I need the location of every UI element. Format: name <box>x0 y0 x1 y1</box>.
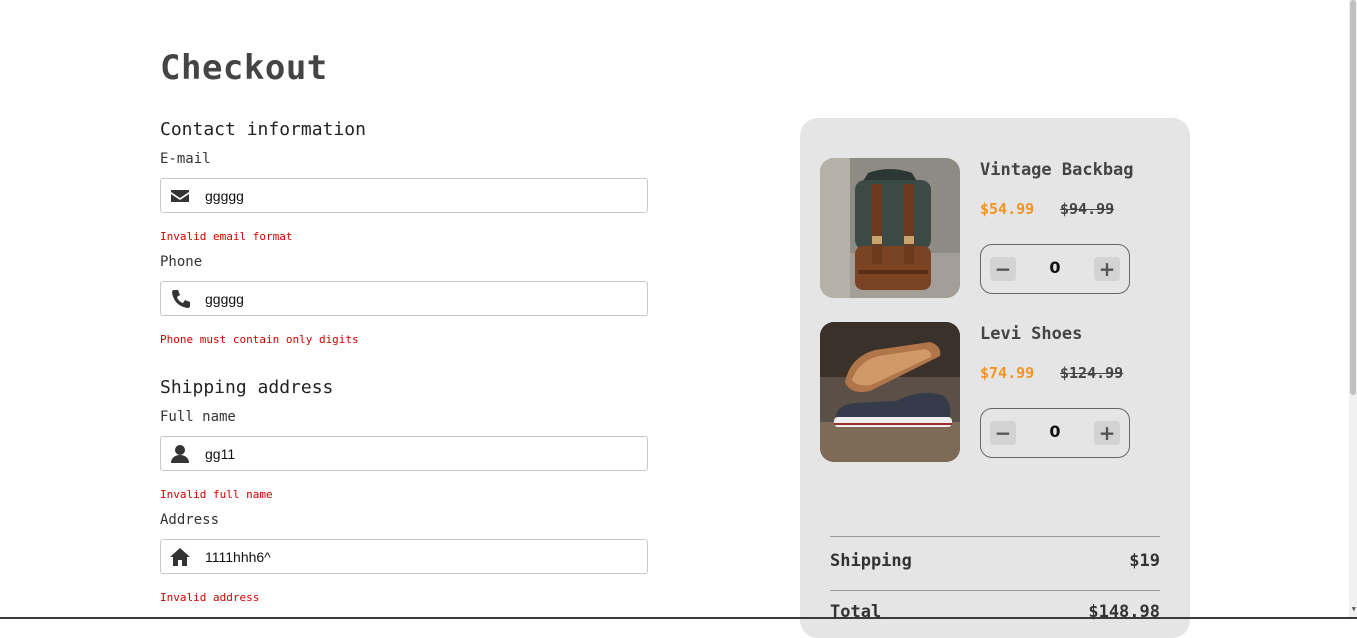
page-scrollbar[interactable]: ▼ <box>1349 0 1357 619</box>
increase-quantity-button[interactable]: + <box>1094 421 1120 445</box>
increase-quantity-button[interactable]: + <box>1094 257 1120 281</box>
phone-field-wrapper <box>160 281 648 316</box>
product-old-price: $94.99 <box>1060 200 1115 218</box>
total-value: $148.98 <box>1088 602 1160 622</box>
user-icon <box>171 445 189 463</box>
quantity-stepper: − 0 + <box>980 244 1130 294</box>
address-input[interactable] <box>205 540 635 573</box>
product-name: Vintage Backbag <box>980 160 1134 180</box>
phone-label: Phone <box>160 254 203 270</box>
product-name: Levi Shoes <box>980 324 1083 344</box>
home-icon <box>170 548 190 566</box>
summary-divider <box>830 590 1160 591</box>
product-old-price: $124.99 <box>1060 364 1124 382</box>
address-error: Invalid address <box>160 591 260 604</box>
email-input[interactable] <box>205 179 635 212</box>
address-field-wrapper <box>160 539 648 574</box>
email-error: Invalid email format <box>160 230 293 243</box>
email-label: E-mail <box>160 151 211 167</box>
page-title: Checkout <box>160 48 328 88</box>
product-price: $74.99 <box>980 364 1035 382</box>
total-label: Total <box>830 602 882 622</box>
full-name-field-wrapper <box>160 436 648 471</box>
product-price: $54.99 <box>980 200 1035 218</box>
summary-divider <box>830 536 1160 537</box>
shipping-heading: Shipping address <box>160 377 334 398</box>
phone-input[interactable] <box>205 282 635 315</box>
scroll-down-arrow-icon[interactable]: ▼ <box>1352 605 1356 613</box>
email-field-wrapper <box>160 178 648 213</box>
phone-icon <box>172 290 190 308</box>
full-name-input[interactable] <box>205 437 635 470</box>
contact-heading: Contact information <box>160 119 366 140</box>
shoes-image <box>820 322 960 462</box>
shipping-cost-label: Shipping <box>830 551 912 571</box>
quantity-stepper: − 0 + <box>980 408 1130 458</box>
order-summary: Vintage Backbag $54.99 $94.99 − 0 + Levi… <box>800 118 1190 638</box>
scrollbar-thumb[interactable] <box>1350 0 1356 395</box>
envelope-icon <box>171 190 189 202</box>
address-label: Address <box>160 512 220 528</box>
full-name-error: Invalid full name <box>160 488 273 501</box>
full-name-label: Full name <box>160 409 236 425</box>
backpack-image <box>820 158 960 298</box>
phone-error: Phone must contain only digits <box>160 333 359 346</box>
shipping-cost-value: $19 <box>1129 551 1160 571</box>
cart-item: Vintage Backbag $54.99 $94.99 − 0 + <box>820 158 1160 298</box>
cart-item: Levi Shoes $74.99 $124.99 − 0 + <box>820 322 1160 462</box>
